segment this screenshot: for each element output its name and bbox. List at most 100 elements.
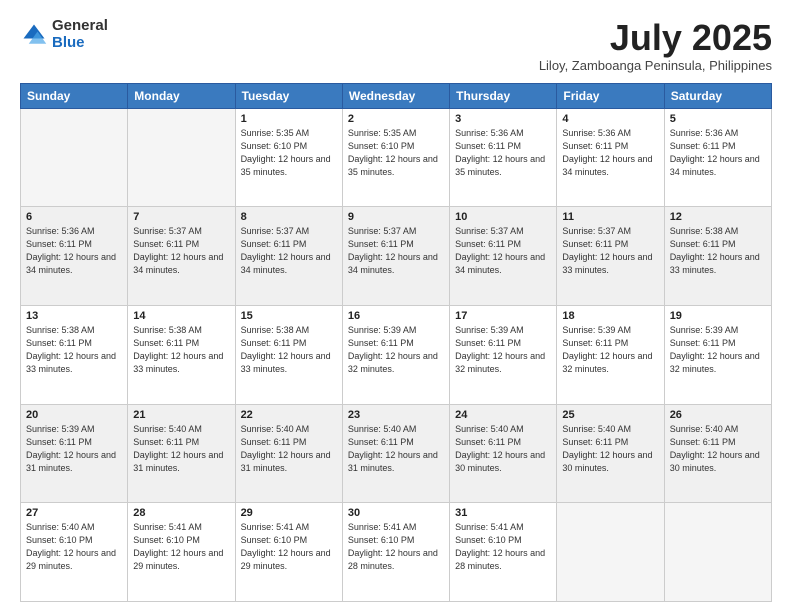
day-info: Sunrise: 5:40 AM Sunset: 6:11 PM Dayligh… bbox=[133, 423, 229, 475]
title-block: July 2025 Liloy, Zamboanga Peninsula, Ph… bbox=[539, 18, 772, 73]
header-tuesday: Tuesday bbox=[235, 83, 342, 108]
table-row: 13 Sunrise: 5:38 AM Sunset: 6:11 PM Dayli… bbox=[21, 305, 128, 404]
logo-blue-text: Blue bbox=[52, 35, 108, 52]
table-row: 6Sunrise: 5:36 AM Sunset: 6:11 PM Daylig… bbox=[21, 207, 128, 306]
day-number: 14 bbox=[133, 310, 229, 322]
header-sunday: Sunday bbox=[21, 83, 128, 108]
day-info: Sunrise: 5:40 AM Sunset: 6:11 PM Dayligh… bbox=[455, 423, 551, 475]
day-info: Sunrise: 5:35 AM Sunset: 6:10 PM Dayligh… bbox=[348, 127, 444, 179]
day-info: Sunrise: 5:39 AM Sunset: 6:11 PM Dayligh… bbox=[348, 324, 444, 376]
table-row bbox=[557, 503, 664, 602]
day-info: Sunrise: 5:39 AM Sunset: 6:11 PM Dayligh… bbox=[562, 324, 658, 376]
day-info: Sunrise: 5:41 AM Sunset: 6:10 PM Dayligh… bbox=[133, 521, 229, 573]
day-number: 1 bbox=[241, 113, 337, 125]
table-row: 15 Sunrise: 5:38 AM Sunset: 6:11 PM Dayli… bbox=[235, 305, 342, 404]
day-number: 4 bbox=[562, 113, 658, 125]
day-number: 25 bbox=[562, 409, 658, 421]
day-info: Sunrise: 5:38 AM Sunset: 6:11 PM Dayligh… bbox=[26, 324, 122, 376]
table-row: 18 Sunrise: 5:39 AM Sunset: 6:11 PM Dayli… bbox=[557, 305, 664, 404]
day-info: Sunrise: 5:38 AM Sunset: 6:11 PM Dayligh… bbox=[670, 225, 766, 277]
table-row: 1 Sunrise: 5:35 AM Sunset: 6:10 PM Daylig… bbox=[235, 108, 342, 207]
day-number: 15 bbox=[241, 310, 337, 322]
day-number: 21 bbox=[133, 409, 229, 421]
day-info: Sunrise: 5:35 AM Sunset: 6:10 PM Dayligh… bbox=[241, 127, 337, 179]
day-info: Sunrise: 5:36 AM Sunset: 6:11 PM Dayligh… bbox=[670, 127, 766, 179]
day-number: 10 bbox=[455, 211, 551, 223]
table-row: 14 Sunrise: 5:38 AM Sunset: 6:11 PM Dayli… bbox=[128, 305, 235, 404]
logo: General Blue bbox=[20, 18, 108, 51]
day-info: Sunrise: 5:40 AM Sunset: 6:11 PM Dayligh… bbox=[562, 423, 658, 475]
day-number: 11 bbox=[562, 211, 658, 223]
table-row: 22 Sunrise: 5:40 AM Sunset: 6:11 PM Dayli… bbox=[235, 404, 342, 503]
table-row: 16 Sunrise: 5:39 AM Sunset: 6:11 PM Dayli… bbox=[342, 305, 449, 404]
day-number: 8 bbox=[241, 211, 337, 223]
day-number: 2 bbox=[348, 113, 444, 125]
table-row: 31 Sunrise: 5:41 AM Sunset: 6:10 PM Dayli… bbox=[450, 503, 557, 602]
day-info: Sunrise: 5:36 AM Sunset: 6:11 PM Dayligh… bbox=[455, 127, 551, 179]
table-row: 11Sunrise: 5:37 AM Sunset: 6:11 PM Dayli… bbox=[557, 207, 664, 306]
day-number: 28 bbox=[133, 507, 229, 519]
day-info: Sunrise: 5:40 AM Sunset: 6:11 PM Dayligh… bbox=[241, 423, 337, 475]
day-number: 29 bbox=[241, 507, 337, 519]
table-row: 29 Sunrise: 5:41 AM Sunset: 6:10 PM Dayli… bbox=[235, 503, 342, 602]
table-row: 19Sunrise: 5:39 AM Sunset: 6:11 PM Dayli… bbox=[664, 305, 771, 404]
table-row: 4Sunrise: 5:36 AM Sunset: 6:11 PM Daylig… bbox=[557, 108, 664, 207]
day-number: 31 bbox=[455, 507, 551, 519]
logo-text: General Blue bbox=[52, 18, 108, 51]
day-number: 9 bbox=[348, 211, 444, 223]
table-row: 7Sunrise: 5:37 AM Sunset: 6:11 PM Daylig… bbox=[128, 207, 235, 306]
title-month: July 2025 bbox=[539, 18, 772, 58]
day-info: Sunrise: 5:38 AM Sunset: 6:11 PM Dayligh… bbox=[133, 324, 229, 376]
table-row: 9Sunrise: 5:37 AM Sunset: 6:11 PM Daylig… bbox=[342, 207, 449, 306]
calendar-table: Sunday Monday Tuesday Wednesday Thursday… bbox=[20, 83, 772, 602]
table-row: 8Sunrise: 5:37 AM Sunset: 6:11 PM Daylig… bbox=[235, 207, 342, 306]
day-number: 26 bbox=[670, 409, 766, 421]
page: General Blue July 2025 Liloy, Zamboanga … bbox=[0, 0, 792, 612]
title-location: Liloy, Zamboanga Peninsula, Philippines bbox=[539, 58, 772, 73]
day-info: Sunrise: 5:38 AM Sunset: 6:11 PM Dayligh… bbox=[241, 324, 337, 376]
table-row: 2 Sunrise: 5:35 AM Sunset: 6:10 PM Daylig… bbox=[342, 108, 449, 207]
table-row: 25 Sunrise: 5:40 AM Sunset: 6:11 PM Dayli… bbox=[557, 404, 664, 503]
table-row: 24 Sunrise: 5:40 AM Sunset: 6:11 PM Dayli… bbox=[450, 404, 557, 503]
header-friday: Friday bbox=[557, 83, 664, 108]
day-number: 7 bbox=[133, 211, 229, 223]
table-row bbox=[21, 108, 128, 207]
day-number: 18 bbox=[562, 310, 658, 322]
table-row: 20Sunrise: 5:39 AM Sunset: 6:11 PM Dayli… bbox=[21, 404, 128, 503]
day-number: 13 bbox=[26, 310, 122, 322]
table-row: 17Sunrise: 5:39 AM Sunset: 6:11 PM Dayli… bbox=[450, 305, 557, 404]
header-saturday: Saturday bbox=[664, 83, 771, 108]
day-number: 30 bbox=[348, 507, 444, 519]
calendar-week-row: 13 Sunrise: 5:38 AM Sunset: 6:11 PM Dayli… bbox=[21, 305, 772, 404]
day-info: Sunrise: 5:39 AM Sunset: 6:11 PM Dayligh… bbox=[670, 324, 766, 376]
table-row: 10 Sunrise: 5:37 AM Sunset: 6:11 PM Dayli… bbox=[450, 207, 557, 306]
day-number: 12 bbox=[670, 211, 766, 223]
header-monday: Monday bbox=[128, 83, 235, 108]
table-row: 5 Sunrise: 5:36 AM Sunset: 6:11 PM Daylig… bbox=[664, 108, 771, 207]
table-row: 23Sunrise: 5:40 AM Sunset: 6:11 PM Dayli… bbox=[342, 404, 449, 503]
day-number: 20 bbox=[26, 409, 122, 421]
day-info: Sunrise: 5:36 AM Sunset: 6:11 PM Dayligh… bbox=[26, 225, 122, 277]
header-wednesday: Wednesday bbox=[342, 83, 449, 108]
day-info: Sunrise: 5:41 AM Sunset: 6:10 PM Dayligh… bbox=[241, 521, 337, 573]
logo-icon bbox=[20, 21, 48, 49]
day-info: Sunrise: 5:41 AM Sunset: 6:10 PM Dayligh… bbox=[455, 521, 551, 573]
day-number: 22 bbox=[241, 409, 337, 421]
table-row bbox=[664, 503, 771, 602]
calendar-week-row: 27Sunrise: 5:40 AM Sunset: 6:10 PM Dayli… bbox=[21, 503, 772, 602]
day-number: 24 bbox=[455, 409, 551, 421]
day-number: 27 bbox=[26, 507, 122, 519]
table-row: 26 Sunrise: 5:40 AM Sunset: 6:11 PM Dayli… bbox=[664, 404, 771, 503]
day-number: 23 bbox=[348, 409, 444, 421]
day-info: Sunrise: 5:40 AM Sunset: 6:11 PM Dayligh… bbox=[670, 423, 766, 475]
day-number: 5 bbox=[670, 113, 766, 125]
logo-general-text: General bbox=[52, 18, 108, 35]
day-number: 16 bbox=[348, 310, 444, 322]
header: General Blue July 2025 Liloy, Zamboanga … bbox=[20, 18, 772, 73]
table-row: 12 Sunrise: 5:38 AM Sunset: 6:11 PM Dayli… bbox=[664, 207, 771, 306]
calendar-week-row: 6Sunrise: 5:36 AM Sunset: 6:11 PM Daylig… bbox=[21, 207, 772, 306]
day-info: Sunrise: 5:37 AM Sunset: 6:11 PM Dayligh… bbox=[455, 225, 551, 277]
header-thursday: Thursday bbox=[450, 83, 557, 108]
table-row: 21 Sunrise: 5:40 AM Sunset: 6:11 PM Dayli… bbox=[128, 404, 235, 503]
calendar-week-row: 20Sunrise: 5:39 AM Sunset: 6:11 PM Dayli… bbox=[21, 404, 772, 503]
